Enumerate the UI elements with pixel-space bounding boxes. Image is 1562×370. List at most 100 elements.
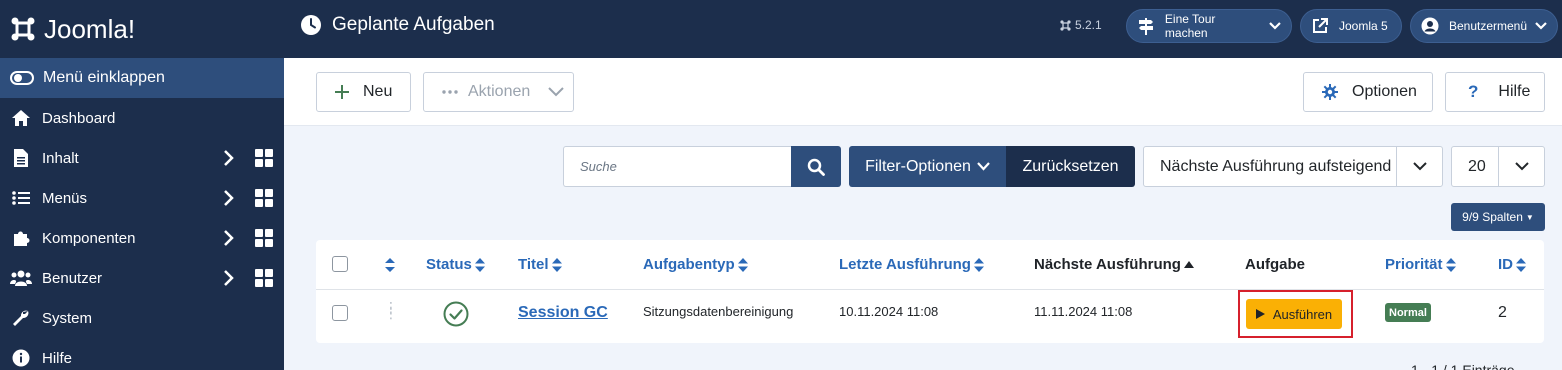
chevron-right-icon[interactable] bbox=[222, 150, 236, 166]
sidebar-item-label: Komponenten bbox=[42, 229, 136, 247]
toggle-icon bbox=[10, 71, 34, 85]
user-menu-button[interactable]: Benutzermenü bbox=[1410, 9, 1558, 43]
actions-dropdown[interactable]: Aktionen bbox=[423, 72, 574, 112]
signpost-icon bbox=[1135, 15, 1157, 37]
chevron-down-icon bbox=[1498, 147, 1544, 186]
sidebar-item-benutzer[interactable]: Benutzer bbox=[0, 258, 284, 298]
chevron-right-icon[interactable] bbox=[222, 270, 236, 286]
task-title-link[interactable]: Session GC bbox=[518, 304, 608, 322]
sort-icon bbox=[737, 257, 748, 272]
drag-handle-icon[interactable]: ⋮ ⋮ bbox=[384, 300, 398, 320]
run-task-label: Ausführen bbox=[1272, 306, 1333, 322]
home-icon bbox=[10, 108, 32, 128]
page-title-text: Geplante Aufgaben bbox=[332, 14, 495, 35]
sidebar-item-label: Benutzer bbox=[42, 269, 103, 287]
next-run: 11.11.2024 11:08 bbox=[1034, 304, 1133, 319]
caret-down-icon: ▼ bbox=[1525, 212, 1534, 222]
ellipsis-icon bbox=[442, 90, 458, 94]
table-header: Status Titel Aufgabentyp Letzte Ausführu… bbox=[316, 240, 1544, 290]
sidebar-item-label: Inhalt bbox=[42, 149, 79, 167]
limit-value: 20 bbox=[1468, 157, 1486, 175]
user-icon bbox=[1419, 15, 1441, 37]
joomla-logo-icon bbox=[11, 17, 35, 41]
sidebar-item-label: Hilfe bbox=[42, 349, 73, 367]
priority-badge: Normal bbox=[1385, 303, 1431, 322]
filter-options-button[interactable]: Filter-Optionen bbox=[849, 146, 1006, 187]
view-site-button[interactable]: Joomla 5 bbox=[1300, 9, 1402, 43]
search-icon bbox=[807, 158, 825, 176]
new-button[interactable]: Neu bbox=[316, 72, 411, 112]
select-all-checkbox[interactable] bbox=[332, 256, 348, 272]
sidebar-item-system[interactable]: System bbox=[0, 298, 284, 338]
search-button[interactable] bbox=[791, 146, 841, 187]
row-checkbox[interactable] bbox=[332, 305, 348, 321]
sort-ascending-icon bbox=[1183, 260, 1194, 268]
column-type-label: Aufgabentyp bbox=[643, 256, 735, 273]
options-button[interactable]: Optionen bbox=[1303, 72, 1433, 112]
sidebar-item-label: System bbox=[42, 309, 93, 327]
new-button-label: Neu bbox=[363, 83, 393, 100]
column-type[interactable]: Aufgabentyp bbox=[643, 256, 748, 273]
tasks-table: Status Titel Aufgabentyp Letzte Ausführu… bbox=[316, 240, 1544, 343]
pagination-summary: 1 - 1 / 1 Einträge bbox=[1411, 362, 1515, 370]
dashboard-grid-icon[interactable] bbox=[255, 269, 273, 287]
brand-name: Joomla! bbox=[44, 13, 136, 44]
column-priority-label: Priorität bbox=[1385, 256, 1443, 273]
column-title-label: Titel bbox=[518, 256, 549, 273]
guided-tour-button[interactable]: Eine Tour machen bbox=[1126, 9, 1292, 43]
chevron-down-icon bbox=[548, 87, 564, 97]
published-status-icon[interactable] bbox=[443, 301, 469, 327]
sidebar-item-dashboard[interactable]: Dashboard bbox=[0, 98, 284, 138]
header: Geplante Aufgaben 5.2.1 Eine Tour machen… bbox=[284, 0, 1562, 58]
collapse-menu-toggle[interactable]: Menü einklappen bbox=[0, 58, 284, 98]
sidebar-item-menus[interactable]: Menüs bbox=[0, 178, 284, 218]
sort-icon bbox=[973, 257, 984, 272]
brand[interactable]: Joomla! bbox=[0, 0, 284, 58]
toolbar: Neu Aktionen Optionen ? Hilfe bbox=[284, 58, 1562, 126]
sort-icon bbox=[551, 257, 562, 272]
run-task-button[interactable]: Ausführen bbox=[1246, 299, 1342, 329]
columns-button[interactable]: 9/9 Spalten ▼ bbox=[1451, 203, 1545, 231]
info-icon bbox=[10, 348, 32, 368]
sidebar-item-hilfe[interactable]: Hilfe bbox=[0, 338, 284, 370]
sort-icon bbox=[474, 257, 485, 272]
sort-select[interactable]: Nächste Ausführung aufsteigend bbox=[1143, 146, 1443, 187]
dashboard-grid-icon[interactable] bbox=[255, 229, 273, 247]
column-priority[interactable]: Priorität bbox=[1385, 256, 1456, 273]
help-button[interactable]: ? Hilfe bbox=[1445, 72, 1545, 112]
joomla-small-icon bbox=[1060, 19, 1071, 31]
clock-icon bbox=[301, 15, 321, 35]
sidebar-item-inhalt[interactable]: Inhalt bbox=[0, 138, 284, 178]
column-last-run-label: Letzte Ausführung bbox=[839, 256, 971, 273]
version-text: 5.2.1 bbox=[1075, 18, 1102, 32]
wrench-icon bbox=[10, 308, 32, 328]
chevron-down-icon bbox=[1269, 22, 1281, 30]
column-last-run[interactable]: Letzte Ausführung bbox=[839, 256, 984, 273]
search-input[interactable]: Suche bbox=[563, 146, 791, 187]
page-title: Geplante Aufgaben bbox=[300, 14, 495, 36]
joomla-logo[interactable]: Joomla! bbox=[8, 14, 135, 45]
sidebar-item-komponenten[interactable]: Komponenten bbox=[0, 218, 284, 258]
guided-tour-label: Eine Tour machen bbox=[1164, 12, 1216, 40]
column-status-label: Status bbox=[426, 256, 472, 273]
external-link-icon bbox=[1309, 15, 1331, 37]
chevron-right-icon[interactable] bbox=[222, 190, 236, 206]
version-info: 5.2.1 bbox=[1060, 18, 1102, 32]
column-next-run-label: Nächste Ausführung bbox=[1034, 256, 1181, 273]
columns-label: 9/9 Spalten bbox=[1462, 210, 1523, 224]
puzzle-icon bbox=[10, 228, 32, 248]
column-status[interactable]: Status bbox=[426, 256, 485, 273]
chevron-right-icon[interactable] bbox=[222, 230, 236, 246]
column-next-run[interactable]: Nächste Ausführung bbox=[1034, 256, 1194, 273]
sidebar-item-label: Menüs bbox=[42, 189, 88, 207]
ordering-sort-icon[interactable] bbox=[384, 257, 396, 273]
dashboard-grid-icon[interactable] bbox=[255, 149, 273, 167]
sidebar-item-label: Dashboard bbox=[42, 109, 116, 127]
column-id[interactable]: ID bbox=[1498, 256, 1526, 273]
list-icon bbox=[10, 188, 32, 208]
reset-button[interactable]: Zurücksetzen bbox=[1006, 146, 1135, 187]
actions-label: Aktionen bbox=[468, 83, 531, 100]
limit-select[interactable]: 20 bbox=[1451, 146, 1545, 187]
dashboard-grid-icon[interactable] bbox=[255, 189, 273, 207]
column-title[interactable]: Titel bbox=[518, 256, 562, 273]
